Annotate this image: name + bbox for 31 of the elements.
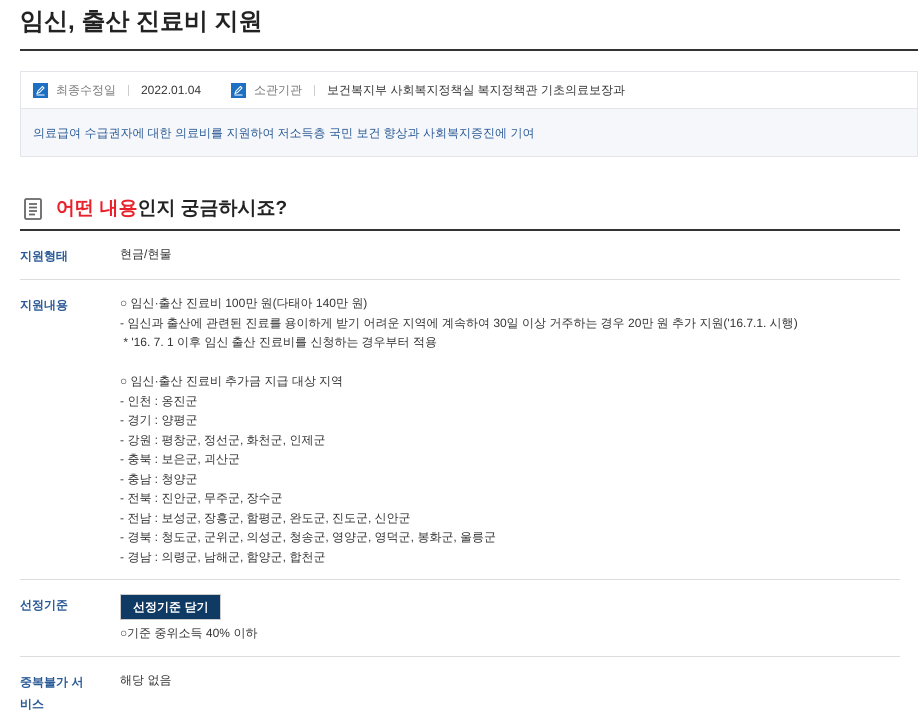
- text-line: 해당 없음: [120, 672, 172, 688]
- row-label: 선정기준: [20, 598, 68, 612]
- edit-icon: [33, 82, 48, 98]
- text-line: - 경남 : 의령군, 남해군, 함양군, 합천군: [120, 548, 326, 566]
- text-line: ○ 임신·출산 진료비 추가금 지급 대상 지역: [120, 373, 344, 390]
- description-text: 의료급여 수급권자에 대한 의료비를 지원하여 저소득층 국민 보건 향상과 사회복지증진에 기여: [33, 124, 534, 142]
- text-line: - 충북 : 보은군, 괴산군: [120, 451, 240, 468]
- text-line: - 임신과 출산에 관련된 진료를 용이하게 받기 어려운 지역에 계속하여 30일 이상 거주하는 경우 20만 원 추가 지원('16.7.1. 시행): [120, 314, 798, 332]
- text-line: - 전남 : 보성군, 장흥군, 함평군, 완도군, 진도군, 신안군: [120, 510, 411, 526]
- text-line: - 강원 : 평창군, 정선군, 화천군, 인제군: [120, 432, 326, 448]
- row-label: 지원형태: [20, 249, 68, 263]
- text-line: - 전북 : 진안군, 무주군, 장수군: [120, 490, 283, 507]
- document-icon: [24, 198, 42, 220]
- text-line: - 경북 : 청도군, 군위군, 의성군, 청송군, 영양군, 영덕군, 봉화군, 울릉군: [120, 529, 496, 546]
- text-line: * '16. 7. 1 이후 임신 출산 진료비를 신청하는 경우부터 적용: [122, 334, 437, 351]
- section-heading: 어떤 내용인지 궁금하시죠?: [56, 196, 288, 221]
- close-criteria-button[interactable]: 선정기준 닫기: [120, 594, 222, 620]
- text-line: - 인천 : 옹진군: [120, 392, 198, 410]
- text-line: 현금/현물: [120, 246, 172, 263]
- text-line: ○기준 중위소득 40% 이하: [120, 625, 258, 642]
- field-value: 2022.01.04: [141, 82, 202, 99]
- text-line: - 경기 : 양평군: [120, 412, 198, 429]
- page-title: 임신, 출산 진료비 지원: [20, 7, 263, 37]
- text-line: ○ 임신·출산 진료비 100만 원(다태아 140만 원): [120, 295, 368, 312]
- row-label: 지원내용: [20, 298, 68, 312]
- field-label: 소관기관: [254, 82, 302, 99]
- field-label: 최종수정일: [56, 82, 116, 99]
- text-line: - 충남 : 청양군: [120, 470, 198, 488]
- edit-icon: [231, 82, 246, 98]
- field-value: 보건복지부 사회복지정책실 복지정책관 기초의료보장과: [327, 82, 626, 99]
- row-label: 중복불가 서비스: [20, 674, 84, 710]
